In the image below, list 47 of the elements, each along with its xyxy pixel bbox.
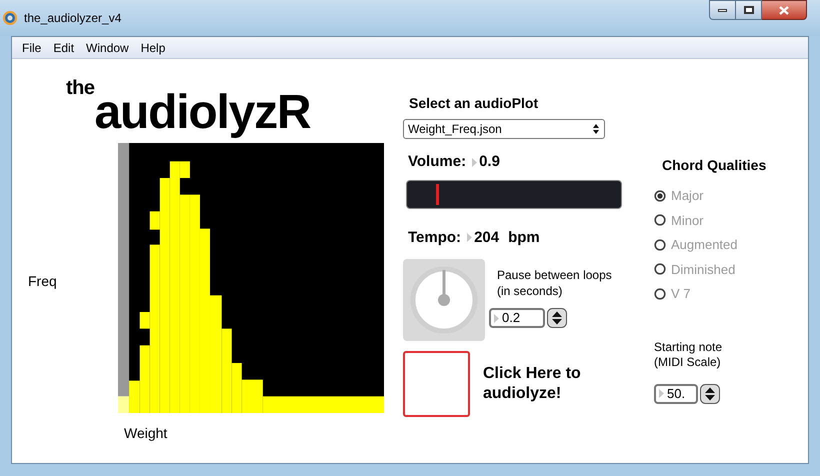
select-arrows-icon xyxy=(592,123,600,135)
close-icon xyxy=(779,6,789,14)
audiolyze-label: Click Here to audiolyze! xyxy=(483,364,582,404)
plot-scale-cell xyxy=(118,396,130,413)
triangle-icon xyxy=(659,389,664,398)
tempo-label: Tempo: xyxy=(408,228,462,248)
menu-item[interactable]: Help xyxy=(140,38,166,56)
minimize-icon xyxy=(718,8,727,12)
volume-slider[interactable] xyxy=(406,180,622,208)
spinner-arrows-icon[interactable] xyxy=(700,384,720,404)
number-value: 50. xyxy=(667,384,686,403)
number-field[interactable]: 50. xyxy=(654,384,698,404)
triangle-icon xyxy=(494,314,499,322)
number-field[interactable]: 0.2 xyxy=(489,308,545,328)
radio-label: Diminished xyxy=(671,260,736,278)
radio-label: V 7 xyxy=(671,285,691,303)
window-title: the_audiolyzer_v4 xyxy=(24,10,122,27)
spinner-arrows-icon[interactable] xyxy=(547,308,567,328)
start-note-label: Starting note (MIDI Scale) xyxy=(654,340,724,370)
triangle-icon xyxy=(467,233,472,242)
radio-label: Major xyxy=(671,187,704,205)
minimize-button[interactable] xyxy=(709,0,736,20)
axis-label: Freq xyxy=(28,272,57,291)
audioplot-dropdown[interactable]: Weight_Freq.json xyxy=(403,119,605,139)
maximize-icon xyxy=(744,6,754,14)
volume-value[interactable]: 0.9 xyxy=(479,151,500,174)
radio-label: Minor xyxy=(671,212,704,230)
maximize-button[interactable] xyxy=(736,0,762,20)
tempo-value[interactable]: 204 xyxy=(474,226,500,249)
menu-item[interactable]: Edit xyxy=(53,38,74,56)
pause-label: Pause between loops (in seconds) xyxy=(497,267,613,299)
slider-marker[interactable] xyxy=(436,184,440,204)
chords-title: Chord Qualities xyxy=(662,156,768,175)
axis-label: Weight xyxy=(124,424,168,443)
section-label: Select an audioPlot xyxy=(409,94,540,113)
audiolyze-button[interactable] xyxy=(403,351,470,417)
app-icon xyxy=(2,10,18,26)
logo-prefix: the xyxy=(66,76,94,101)
number-value: 0.2 xyxy=(502,309,520,328)
menu-item[interactable]: Window xyxy=(86,38,129,56)
tempo-unit: bpm xyxy=(508,228,540,248)
triangle-icon xyxy=(472,158,478,167)
radio-label: Augmented xyxy=(671,236,738,254)
volume-label: Volume: xyxy=(408,152,466,172)
menu-item[interactable]: File xyxy=(22,38,42,56)
logo-title: audiolyzR xyxy=(94,89,310,137)
close-button[interactable] xyxy=(762,0,807,20)
